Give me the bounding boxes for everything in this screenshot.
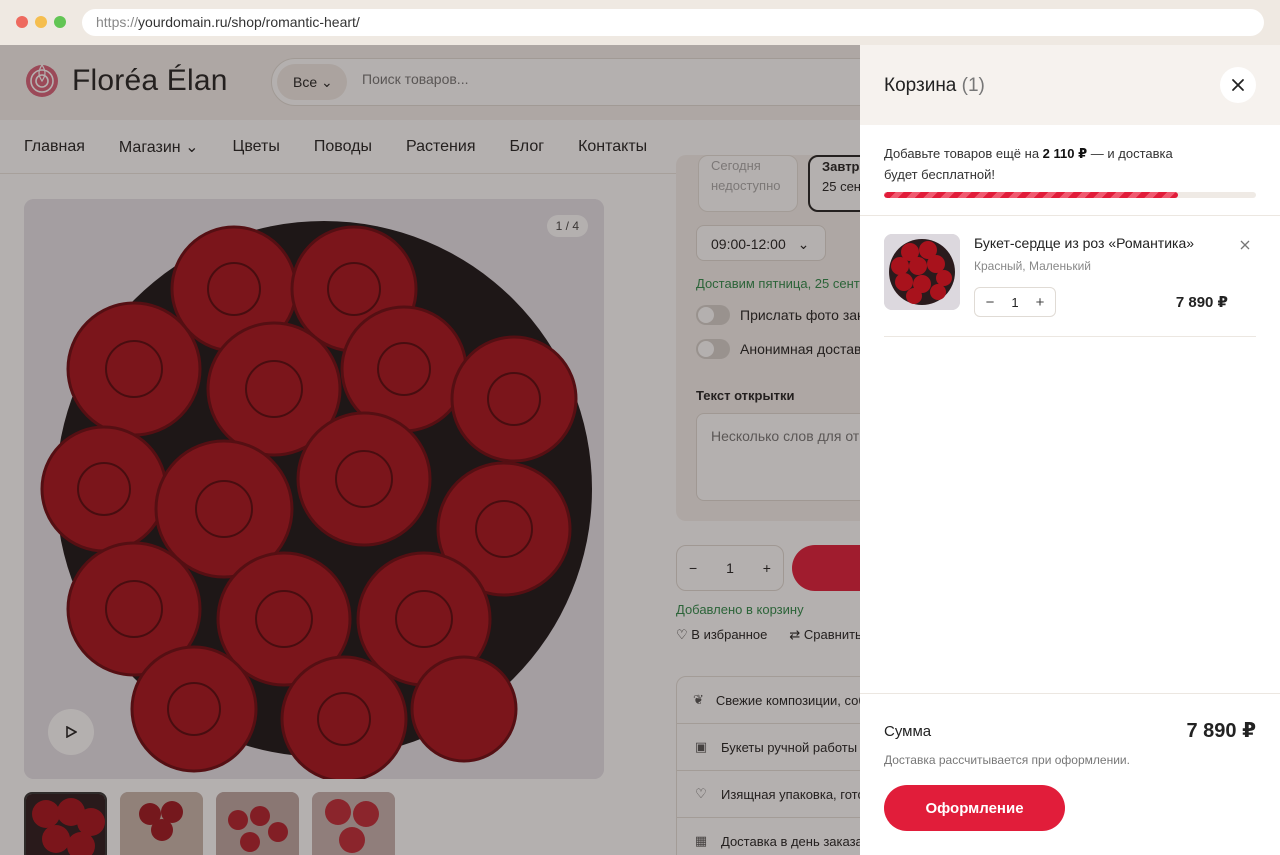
- divider: [860, 215, 1280, 216]
- ship-note-amount: 2 110 ₽: [1042, 146, 1088, 161]
- plus-button[interactable]: +: [1033, 294, 1047, 311]
- cart-item-quantity: 1: [1011, 294, 1019, 310]
- cart-header: Корзина (1): [860, 45, 1280, 125]
- close-icon: [1232, 79, 1244, 91]
- close-cart-button[interactable]: [1220, 67, 1256, 103]
- cart-item-image[interactable]: [884, 234, 960, 310]
- minus-button[interactable]: −: [983, 294, 997, 311]
- cart-item-variant: Красный, Маленький: [974, 259, 1091, 273]
- close-icon: [1240, 240, 1250, 250]
- cart-title: Корзина (1): [884, 75, 985, 97]
- free-shipping-note: Добавьте товаров ещё на 2 110 ₽ — и дост…: [884, 143, 1204, 185]
- checkout-button[interactable]: Оформление: [884, 785, 1065, 831]
- cart-count: (1): [961, 75, 985, 96]
- cart-item-quantity-stepper: − 1 +: [974, 287, 1056, 317]
- cart-item-price: 7 890 ₽: [1175, 294, 1228, 311]
- free-shipping-progress: [884, 192, 1256, 198]
- progress-fill: [884, 192, 1178, 198]
- url-protocol: https://: [96, 14, 139, 30]
- window-close-dot[interactable]: [16, 16, 28, 28]
- url-path: yourdomain.ru/shop/romantic-heart/: [138, 14, 360, 30]
- bouquet-thumbnail: [884, 234, 960, 310]
- cart-title-text: Корзина: [884, 75, 957, 96]
- divider: [884, 336, 1256, 337]
- browser-chrome: https://yourdomain.ru/shop/romantic-hear…: [0, 0, 1280, 45]
- cart-sum-label: Сумма: [884, 723, 932, 740]
- cart-sum-value: 7 890 ₽: [1186, 720, 1256, 742]
- remove-item-button[interactable]: [1238, 238, 1252, 252]
- cart-drawer: Корзина (1) Добавьте товаров ещё на 2 11…: [860, 45, 1280, 855]
- divider: [860, 693, 1280, 694]
- window-maximize-dot[interactable]: [54, 16, 66, 28]
- window-minimize-dot[interactable]: [35, 16, 47, 28]
- address-bar[interactable]: https://yourdomain.ru/shop/romantic-hear…: [82, 9, 1264, 36]
- drawer-backdrop[interactable]: [0, 45, 860, 855]
- cart-sum-note: Доставка рассчитывается при оформлении.: [884, 753, 1130, 767]
- ship-note-prefix: Добавьте товаров ещё на: [884, 146, 1043, 161]
- cart-item-name[interactable]: Букет-сердце из роз «Романтика»: [974, 235, 1194, 251]
